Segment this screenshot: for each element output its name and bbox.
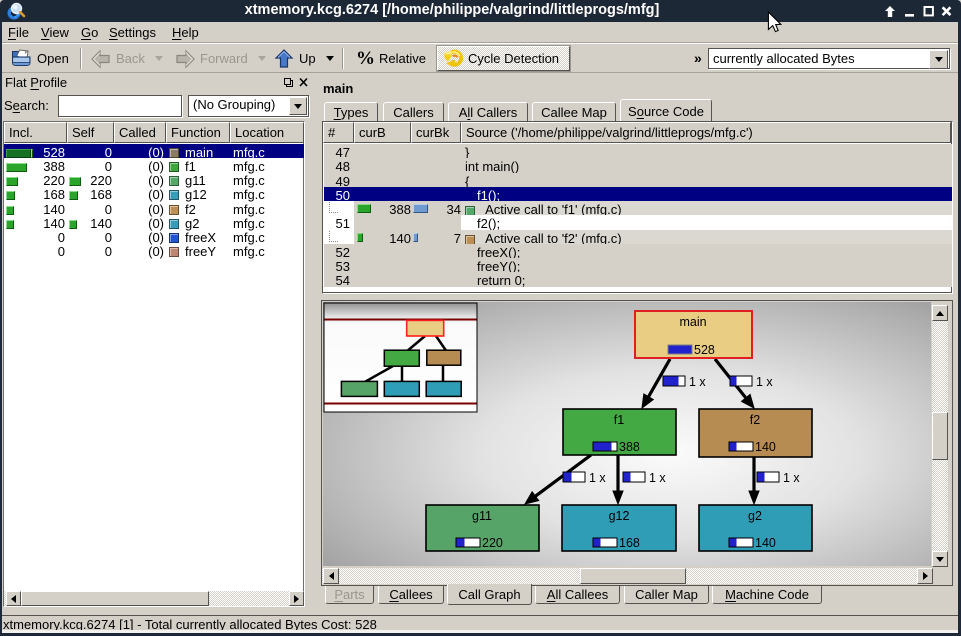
svg-text:g11: g11 [472,509,492,523]
svg-text:g12: g12 [609,509,630,523]
svg-text:140: 140 [755,536,776,550]
svg-text:g2: g2 [748,509,762,523]
svg-text:220: 220 [482,536,503,550]
svg-text:1 x: 1 x [756,375,773,389]
svg-text:f1: f1 [614,413,624,427]
svg-text:main: main [679,315,706,329]
svg-text:1 x: 1 x [783,471,800,485]
svg-text:168: 168 [619,536,640,550]
svg-text:140: 140 [755,440,776,454]
svg-text:528: 528 [694,343,715,357]
svg-text:1 x: 1 x [649,471,666,485]
svg-text:1 x: 1 x [689,375,706,389]
svg-text:388: 388 [619,440,640,454]
svg-text:1 x: 1 x [589,471,606,485]
svg-text:f2: f2 [750,413,760,427]
